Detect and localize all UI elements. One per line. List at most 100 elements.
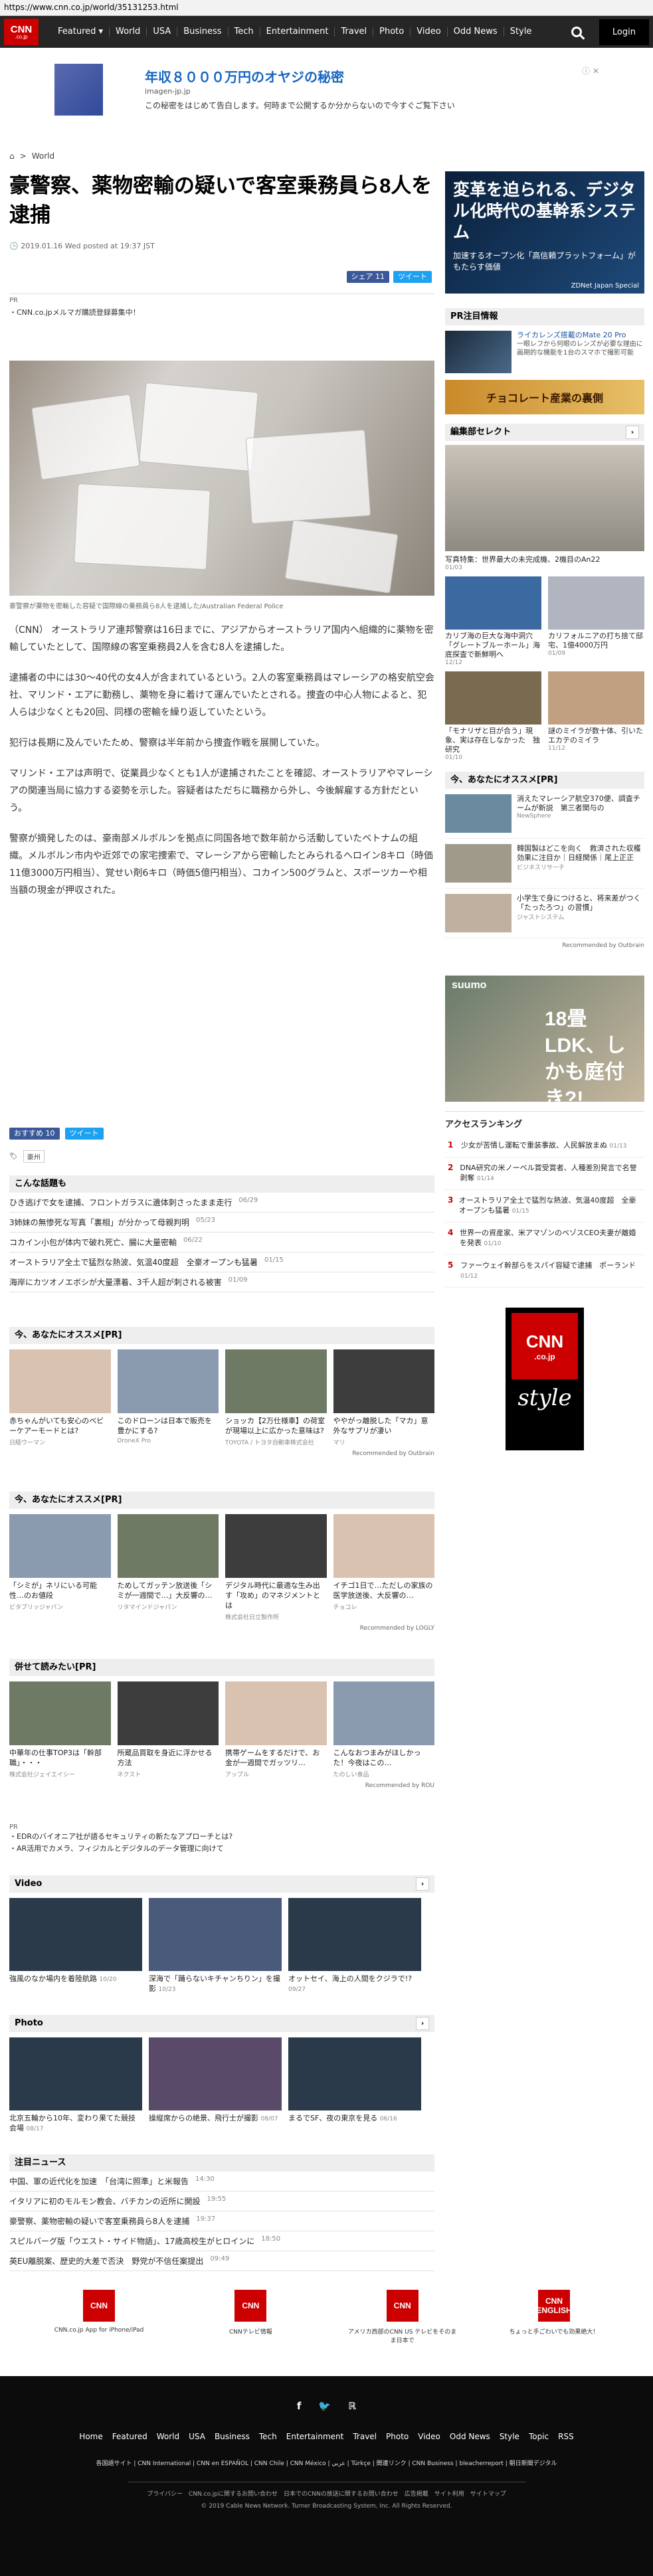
nav-item-8[interactable]: Video bbox=[411, 27, 448, 37]
facebook-share-button[interactable]: シェア 11 bbox=[346, 271, 389, 283]
recommend-card[interactable]: 所蔵品買取を身近に浮かせる方法 ネクスト bbox=[117, 1681, 219, 1778]
editors-more-arrow-icon[interactable]: › bbox=[626, 426, 639, 439]
login-button[interactable]: Login bbox=[599, 19, 649, 45]
twitter-icon[interactable]: 🐦 bbox=[318, 2400, 331, 2412]
footer-nav-link[interactable]: RSS bbox=[558, 2432, 574, 2441]
ranking-item[interactable]: 5 ファーウェイ幹部らをスパイ容疑で逮捕 ポーランド 01/12 bbox=[445, 1255, 644, 1288]
app-link[interactable]: CNN CNNテレビ情報 bbox=[194, 2290, 307, 2344]
tag-australia[interactable]: 豪州 bbox=[23, 1150, 45, 1163]
pr-text-link[interactable]: ・EDRのバイオニア社が語るセキュリティの新たなアプローチとは? bbox=[9, 1831, 434, 1843]
address-bar[interactable]: https://www.cnn.co.jp/world/35131253.htm… bbox=[0, 0, 653, 16]
footer-nav-link[interactable]: Video bbox=[418, 2432, 440, 2441]
footer-nav-link[interactable]: Travel bbox=[353, 2432, 377, 2441]
video-card[interactable]: オットセイ、海上の人間をクジラで!? 09/27 bbox=[288, 1898, 421, 1995]
recommend-card[interactable]: ためしてガッテン放送後「シミが一週間で…」大反響の… リタマインドジャパン bbox=[117, 1514, 219, 1621]
ranking-item[interactable]: 3 オーストラリア全土で猛烈な熱波、気温40度超 全豪オープンも猛暑 01/15 bbox=[445, 1190, 644, 1223]
news-link[interactable]: イタリアに初のモルモン教会、バチカンの近所に開設 19:55 bbox=[9, 2191, 434, 2211]
ranking-item[interactable]: 1 少女が苦情し運転で重装事故、人民解放まぬ 01/13 bbox=[445, 1135, 644, 1158]
ad-title[interactable]: 年収８０００万円のオヤジの秘密 bbox=[145, 66, 344, 86]
related-topic-link[interactable]: 3姉妹の無惨死な写真「裏相」が分かって母親判明 05/23 bbox=[9, 1213, 434, 1233]
video-more-arrow-icon[interactable]: › bbox=[416, 1877, 429, 1891]
footer-nav-link[interactable]: Tech bbox=[259, 2432, 277, 2441]
facebook-icon[interactable]: f bbox=[297, 2400, 302, 2412]
recommend-card[interactable]: 中華年の仕事TOP3は「幹部職」・・・ 株式会社ジェイエイシー bbox=[9, 1681, 111, 1778]
cnn-style-banner[interactable]: CNN .co.jp style bbox=[506, 1308, 584, 1450]
pr-link[interactable]: ・CNN.co.jpメルマガ購読登録募集中！ bbox=[9, 307, 434, 317]
footer-nav-link[interactable]: Style bbox=[500, 2432, 519, 2441]
sidebar-recommend-item[interactable]: 小学生で身につけると、将来差がつく「たったろつ」の習慣」 ジャストシステム bbox=[445, 889, 644, 938]
editors-card[interactable]: 謎のミイラが数十体、引いたエカテのミイラ 11/12 bbox=[548, 671, 644, 761]
news-link[interactable]: 中国、軍の近代化を加速 「台湾に照準」と米報告 14:30 bbox=[9, 2172, 434, 2191]
footer-nav-link[interactable]: Topic bbox=[529, 2432, 549, 2441]
nav-item-3[interactable]: Business bbox=[177, 27, 229, 37]
like-button[interactable]: おすすめ 10 bbox=[9, 1128, 60, 1140]
footer-nav-link[interactable]: USA bbox=[189, 2432, 205, 2441]
breadcrumb-world[interactable]: World bbox=[32, 151, 54, 161]
recommend-card[interactable]: 「シミが」ネリにいる可能性…のお値段 ビタブリッジャパン bbox=[9, 1514, 111, 1621]
news-link[interactable]: 豪警察、薬物密輸の疑いで客室乗務員ら8人を逮捕 19:37 bbox=[9, 2211, 434, 2231]
tweet-button[interactable]: ツイート bbox=[64, 1128, 104, 1140]
sidebar-ad[interactable]: 変革を迫られる、デジタル化時代の基幹系システム 加速するオープン化「高信頼プラッ… bbox=[445, 171, 644, 294]
pr-item[interactable]: ライカレンズ搭載のMate 20 Pro 一眼レフから何眼のレンズが必要な理由に画… bbox=[445, 331, 644, 373]
recommend-card[interactable]: デジタル時代に最適な生み出す「攻め」のマネジメントとは 株式会社日立製作所 bbox=[225, 1514, 327, 1621]
photo-more-arrow-icon[interactable]: › bbox=[416, 2017, 429, 2030]
recommend-card[interactable]: このドローンは日本で販売を豊かにする? DroneX Pro bbox=[117, 1349, 219, 1446]
top-banner-ad[interactable]: 年収８０００万円のオヤジの秘密 imagen-jp.jp この秘密をはじめて告白… bbox=[54, 64, 599, 117]
nav-item-2[interactable]: USA bbox=[147, 27, 178, 37]
footer-nav-link[interactable]: Odd News bbox=[450, 2432, 490, 2441]
twitter-share-button[interactable]: ツイート bbox=[393, 271, 432, 283]
sidebar-recommend-item[interactable]: 韓国製はどこを向く 救済された収穫効果に注目か｜日経関係｜尾上正正 ビジネスリサー… bbox=[445, 839, 644, 889]
nav-item-9[interactable]: Odd News bbox=[448, 27, 504, 37]
photo-card[interactable]: 操縦席からの絶景、飛行士が撮影 08/07 bbox=[149, 2037, 282, 2134]
recommend-title: 「シミが」ネリにいる可能性…のお値段 bbox=[9, 1581, 97, 1600]
nav-item-1[interactable]: World bbox=[110, 27, 147, 37]
related-topic-link[interactable]: ひき逃げで女を逮捕、フロントガラスに遺体刺さったまま走行 06/29 bbox=[9, 1193, 434, 1213]
nav-item-0[interactable]: Featured ▾ bbox=[52, 27, 110, 37]
recommend-card[interactable]: イチゴ1日で…ただしの家族の医学放送後、大反響の… チョコレ bbox=[333, 1514, 434, 1621]
nav-item-5[interactable]: Entertainment bbox=[260, 27, 335, 37]
editors-card[interactable]: カリフォルニアの打ち捨て邸宅、1億4000万円 01/09 bbox=[548, 576, 644, 666]
video-card[interactable]: 強風のなか場内を着陸航路 10/20 bbox=[9, 1898, 142, 1995]
app-link[interactable]: CNN CNN.co.jp App for iPhone/iPad bbox=[43, 2290, 155, 2344]
related-topic-link[interactable]: オーストラリア全土で猛烈な熱波、気温40度超 全豪オープンも猛暑 01/15 bbox=[9, 1252, 434, 1272]
suumo-ad[interactable]: suumo 18畳LDK、しかも庭付き?! bbox=[445, 976, 644, 1110]
news-link[interactable]: 英EU離脱案、歴史的大差で否決 野党が不信任案提出 09:49 bbox=[9, 2251, 434, 2271]
app-link[interactable]: CNN アメリカ西部のCNN US テレビをそのまま日本で bbox=[346, 2290, 459, 2344]
pr-text-link[interactable]: ・AR活用でカメラ、フィジカルとデジタルのデータ管理に向けて bbox=[9, 1843, 434, 1855]
footer-nav-link[interactable]: Business bbox=[215, 2432, 250, 2441]
search-icon[interactable] bbox=[571, 27, 582, 37]
video-card[interactable]: 深海で「踊らないキチャンちりン」を撮影 10/23 bbox=[149, 1898, 282, 1995]
recommend-card[interactable]: ややがっ離脱した「マカ」意外なサプリが凄い マリ bbox=[333, 1349, 434, 1446]
editors-main[interactable]: 写真特集：世界最大の未完成機、2機目のAn22 01/03 bbox=[445, 445, 644, 571]
recommend-card[interactable]: ショッカ【2万仕様車】の荷室が現場以上に広かった意味は? TOYOTA / トヨタ… bbox=[225, 1349, 327, 1446]
related-topic-link[interactable]: コカイン小包が体内で破れ死亡、腸に大量密輸 06/22 bbox=[9, 1233, 434, 1252]
nav-item-6[interactable]: Travel bbox=[335, 27, 374, 37]
recommend-card[interactable]: こんなおつまみがほしかった！今夜はこの… たのしい食品 bbox=[333, 1681, 434, 1778]
nav-item-4[interactable]: Tech bbox=[229, 27, 260, 37]
home-icon[interactable]: ⌂ bbox=[9, 151, 15, 161]
photo-card[interactable]: 北京五輪から10年、変わり果てた競技会場 08/17 bbox=[9, 2037, 142, 2134]
ranking-item[interactable]: 2 DNA研究の米ノーベル賞受賞者、人種差別発言で名誉剥奪 01/14 bbox=[445, 1158, 644, 1190]
recommend-card[interactable]: 携帯ゲームをするだけで、お金が一週間でガッツリ… アップル bbox=[225, 1681, 327, 1778]
cnn-logo[interactable]: CNN .co.jp bbox=[4, 19, 39, 45]
app-link[interactable]: CNN ENGLISH ちょっと手ごわいでも効果絶大！ bbox=[498, 2290, 610, 2344]
chocolate-banner[interactable]: チョコレート産業の裏側 bbox=[445, 380, 644, 414]
rss-icon[interactable]: ℝ bbox=[348, 2400, 356, 2412]
recommend-title: デジタル時代に最適な生み出す「攻め」のマネジメントとは bbox=[225, 1581, 320, 1610]
news-link[interactable]: スピルバーグ版「ウエスト・サイド物語」、17歳高校生がヒロインに 18:50 bbox=[9, 2231, 434, 2251]
editors-card[interactable]: カリブ海の巨大な海中洞穴「グレートブルーホール」海底探査で新鮮明へ 12/12 bbox=[445, 576, 541, 666]
sidebar-recommend-item[interactable]: 消えたマレーシア航空370便、調査チームが新説 第三者関与の NewSphere bbox=[445, 789, 644, 839]
nav-item-10[interactable]: Style bbox=[504, 27, 538, 37]
ranking-item[interactable]: 4 世界一の資産家、米アマゾンのベゾスCEO夫妻が離婚を発表 01/10 bbox=[445, 1223, 644, 1255]
footer-nav-link[interactable]: World bbox=[157, 2432, 179, 2441]
footer-nav-link[interactable]: Entertainment bbox=[286, 2432, 344, 2441]
photo-card[interactable]: まるでSF、夜の東京を見る 06/16 bbox=[288, 2037, 421, 2134]
footer-nav-link[interactable]: Home bbox=[79, 2432, 102, 2441]
recommend-card[interactable]: 赤ちゃんがいても安心のベビーケアーモードとは? 日経ウーマン bbox=[9, 1349, 111, 1446]
nav-item-7[interactable]: Photo bbox=[373, 27, 411, 37]
related-topic-link[interactable]: 海岸にカツオノエボシが大量漂着、3千人超が刺される被害 01/09 bbox=[9, 1272, 434, 1292]
editors-card[interactable]: 「モナリザと目が合う」現象、実は存在しなかった 独研究 01/10 bbox=[445, 671, 541, 761]
footer-nav-link[interactable]: Photo bbox=[386, 2432, 409, 2441]
ad-close-icon[interactable]: ⓘ ✕ bbox=[582, 65, 599, 76]
footer-nav-link[interactable]: Featured bbox=[112, 2432, 147, 2441]
